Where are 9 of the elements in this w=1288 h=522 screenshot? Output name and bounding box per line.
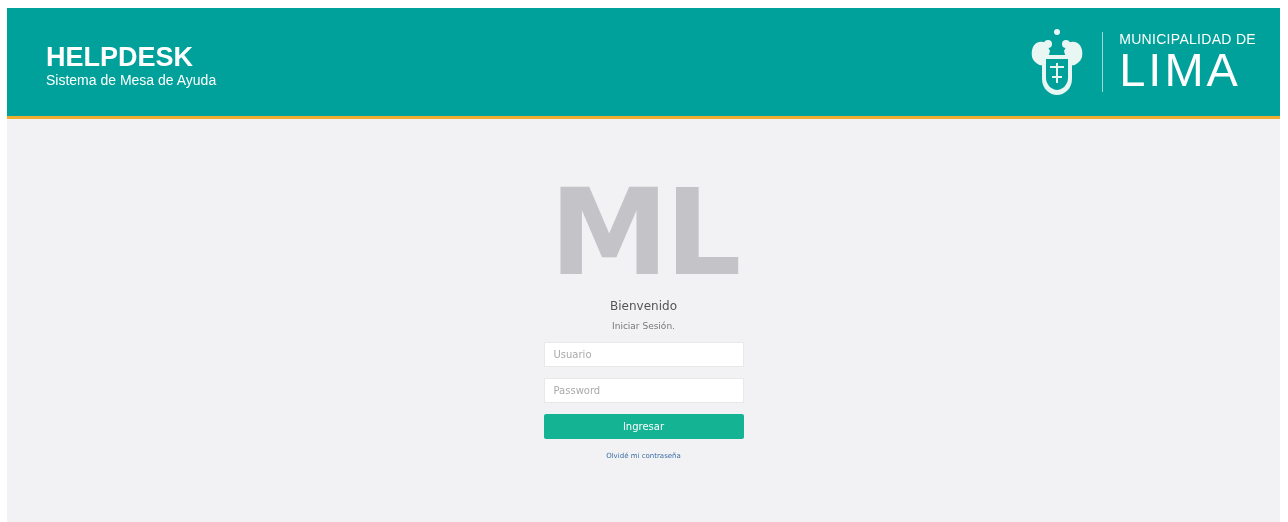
login-prompt: Iniciar Sesión.: [612, 321, 675, 331]
input-field[interactable]: Password: [543, 378, 744, 403]
login-button[interactable]: Ingresar: [543, 414, 744, 439]
app-subtitle: Sistema de Mesa de Ayuda: [46, 71, 217, 89]
logo-wordmark: LIMA: [1119, 47, 1241, 93]
app-title: HELPDESK: [46, 41, 195, 72]
logo-caption: MUNICIPALIDAD DE: [1119, 31, 1256, 47]
input-field[interactable]: Usuario: [543, 342, 744, 367]
welcome-heading: Bienvenido: [610, 299, 677, 313]
